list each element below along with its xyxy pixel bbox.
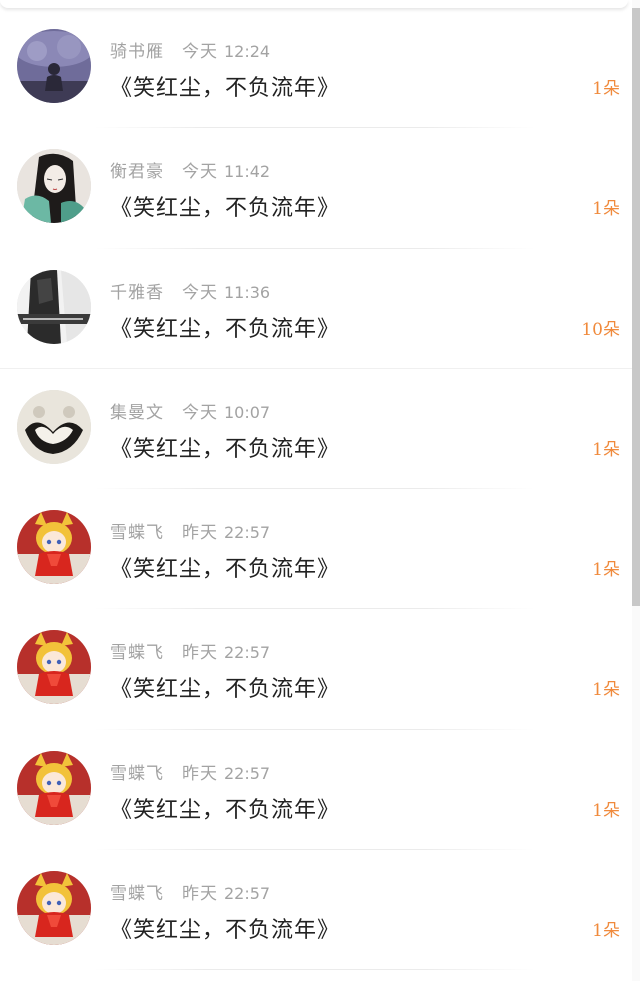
- gift-message: 《笑红尘，不负流年》: [110, 196, 341, 222]
- sender-name: 骑书雁: [110, 42, 164, 62]
- sender-name: 雪蝶飞: [110, 523, 164, 544]
- list-item[interactable]: 雪蝶飞 昨天 22:57 《笑红尘，不负流年》 1朵: [0, 850, 632, 971]
- avatar[interactable]: [17, 389, 91, 464]
- gift-message: 《笑红尘，不负流年》: [110, 436, 341, 462]
- avatar[interactable]: [17, 630, 91, 705]
- list-item[interactable]: 雪蝶飞 昨天 22:57 《笑红尘，不负流年》 1朵: [0, 489, 632, 610]
- gift-message: 《笑红尘，不负流年》: [110, 557, 341, 583]
- send-day: 今天: [182, 402, 218, 423]
- monochrome-photo-avatar-icon: [17, 269, 91, 344]
- gift-message: 《笑红尘，不负流年》: [110, 316, 341, 342]
- send-day: 昨天: [182, 643, 218, 664]
- sender-meta: 雪蝶飞 昨天 22:57: [110, 638, 270, 663]
- avatar[interactable]: [17, 149, 91, 224]
- list-item[interactable]: 雪蝶飞 昨天 22:57 《笑红尘，不负流年》 1朵: [0, 609, 632, 730]
- flower-count: 1朵: [592, 560, 620, 581]
- send-time: 12:24: [224, 42, 271, 61]
- flower-count: 1朵: [592, 680, 620, 701]
- avatar[interactable]: [17, 29, 91, 103]
- avatar[interactable]: [17, 871, 91, 946]
- sender-meta: 衡君豪 今天 11:42: [110, 157, 270, 182]
- send-time: 10:07: [224, 402, 271, 422]
- scrollbar-thumb[interactable]: [632, 8, 640, 606]
- sender-name: 雪蝶飞: [110, 763, 164, 784]
- sender-meta: 千雅香 今天 11:36: [110, 278, 270, 303]
- sender-name: 衡君豪: [110, 162, 164, 183]
- send-time: 22:57: [224, 643, 271, 663]
- send-day: 今天: [182, 162, 218, 183]
- send-day: 昨天: [182, 884, 218, 905]
- gift-message: 《笑红尘，不负流年》: [110, 76, 341, 101]
- sender-name: 千雅香: [110, 282, 164, 303]
- sender-meta: 雪蝶飞 昨天 22:57: [110, 879, 270, 904]
- anime-fox-girl-avatar-icon: [17, 630, 91, 705]
- sender-meta: 骑书雁 今天 12:24: [110, 37, 270, 62]
- flower-count: 1朵: [592, 439, 620, 460]
- gift-message: 《笑红尘，不负流年》: [110, 918, 341, 944]
- sender-meta: 雪蝶飞 昨天 22:57: [110, 518, 270, 543]
- send-time: 11:42: [224, 162, 271, 182]
- night-figure-avatar-icon: [17, 29, 91, 103]
- sender-name: 雪蝶飞: [110, 884, 164, 905]
- top-panel-edge: [0, 0, 628, 8]
- list-item[interactable]: 千雅香 今天 11:36 《笑红尘，不负流年》 10朵: [0, 249, 632, 369]
- sender-meta: 集曼文 今天 10:07: [110, 398, 270, 423]
- send-day: 昨天: [182, 523, 218, 544]
- avatar[interactable]: [17, 510, 91, 585]
- sender-meta: 雪蝶飞 昨天 22:57: [110, 759, 270, 784]
- list-item[interactable]: 骑书雁 今天 12:24 《笑红尘，不负流年》 1朵: [0, 8, 632, 129]
- avatar[interactable]: [17, 750, 91, 825]
- avatar[interactable]: [17, 269, 91, 344]
- gift-message: 《笑红尘，不负流年》: [110, 677, 341, 703]
- gift-message: 《笑红尘，不负流年》: [110, 797, 341, 823]
- scrollbar[interactable]: [632, 0, 640, 981]
- row-divider: [95, 969, 535, 971]
- sender-name: 集曼文: [110, 402, 164, 423]
- flower-count: 1朵: [592, 199, 620, 220]
- flower-count: 1朵: [592, 79, 620, 99]
- sender-name: 雪蝶飞: [110, 643, 164, 664]
- send-day: 昨天: [182, 763, 218, 784]
- send-time: 22:57: [224, 884, 271, 904]
- send-time: 22:57: [224, 763, 271, 783]
- heart-cats-avatar-icon: [17, 389, 91, 464]
- flower-count: 1朵: [592, 800, 620, 821]
- anime-fox-girl-avatar-icon: [17, 510, 91, 585]
- send-time: 22:57: [224, 523, 271, 543]
- flower-count: 10朵: [581, 319, 620, 340]
- gift-record-page: 骑书雁 今天 12:24 《笑红尘，不负流年》 1朵 衡君豪 今天 11:42 …: [0, 0, 640, 981]
- list-item[interactable]: 衡君豪 今天 11:42 《笑红尘，不负流年》 1朵: [0, 128, 632, 249]
- anime-fox-girl-avatar-icon: [17, 750, 91, 825]
- send-day: 今天: [182, 282, 218, 303]
- send-day: 今天: [182, 42, 218, 62]
- list-item[interactable]: 集曼文 今天 10:07 《笑红尘，不负流年》 1朵: [0, 369, 632, 490]
- longhair-girl-avatar-icon: [17, 149, 91, 224]
- flower-count: 1朵: [592, 921, 620, 942]
- list-item[interactable]: 雪蝶飞 昨天 22:57 《笑红尘，不负流年》 1朵: [0, 730, 632, 851]
- send-time: 11:36: [224, 282, 271, 302]
- anime-fox-girl-avatar-icon: [17, 871, 91, 946]
- gift-list[interactable]: 骑书雁 今天 12:24 《笑红尘，不负流年》 1朵 衡君豪 今天 11:42 …: [0, 8, 632, 971]
